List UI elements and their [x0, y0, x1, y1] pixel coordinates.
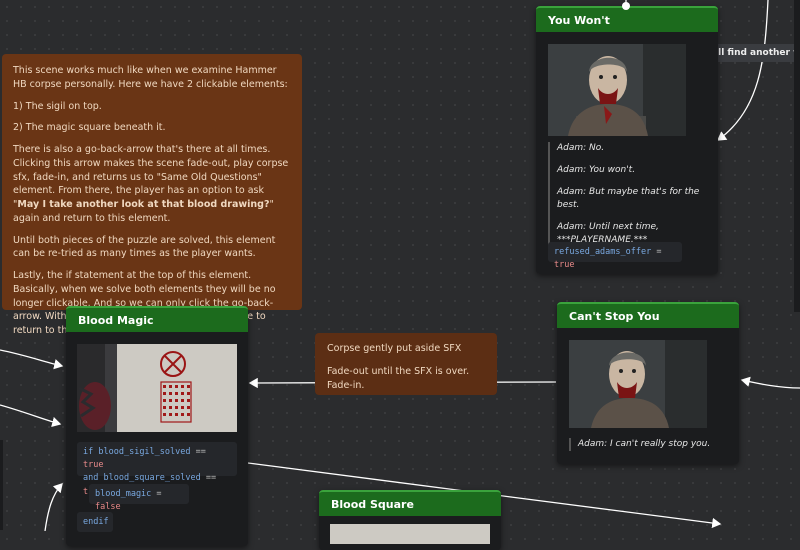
code-value: true	[554, 260, 575, 271]
adam-portrait-image	[548, 44, 686, 136]
comment-note-main[interactable]: This scene works much like when we exami…	[2, 54, 302, 336]
dialogue-line: Adam: I can't really stop you.	[578, 439, 711, 449]
code-operator: ==	[195, 447, 206, 457]
offscreen-node-edge	[0, 440, 3, 530]
blood-sigil-scene-image	[77, 344, 237, 432]
endif-block[interactable]: endif	[77, 512, 113, 532]
code-operator: ==	[205, 473, 217, 484]
wire-tooltip-return	[716, 0, 769, 141]
code-operator: =	[656, 247, 662, 257]
code-line: if blood_sigil_solved == true	[83, 446, 231, 472]
code-value: true	[83, 460, 104, 471]
note-line: Corpse gently put aside SFX	[327, 343, 462, 354]
note-paragraph: 1) The sigil on top.	[13, 100, 102, 112]
node-you-wont[interactable]: You Won't Adam: No. Adam: You won't. Ada…	[536, 2, 718, 274]
dialogue-block: Adam: No. Adam: You won't. Adam: But may…	[548, 142, 707, 257]
code-operator: =	[156, 489, 162, 499]
node-title: Blood Square	[319, 490, 501, 516]
node-title: Can't Stop You	[557, 302, 739, 328]
note-paragraph: There is also a go-back-arrow that's the…	[13, 144, 289, 224]
code-variable: refused_adams_offer	[554, 247, 652, 257]
node-blood-square[interactable]: Blood Square	[319, 490, 501, 550]
comment-note-sfx[interactable]: Corpse gently put aside SFX Fade-out unt…	[315, 333, 497, 395]
assignment-block[interactable]: blood_magic = false	[89, 484, 189, 512]
node-blood-magic[interactable]: Blood Magic if blood_sigil_solved == tru…	[66, 306, 248, 546]
note-paragraph: Until both pieces of the puzzle are solv…	[13, 234, 276, 260]
dialogue-line: Adam: But maybe that's for the best.	[557, 187, 700, 211]
dialogue-line: Adam: You won't.	[557, 165, 636, 176]
note-paragraph: 2) The magic square beneath it.	[13, 122, 166, 134]
wire-up-to-endif	[44, 483, 63, 531]
node-cant-stop-you[interactable]: Can't Stop You Adam: I can't really stop…	[557, 302, 739, 464]
if-condition-block[interactable]: if blood_sigil_solved == true and blood_…	[77, 442, 237, 497]
code-block[interactable]: refused_adams_offer = true	[548, 242, 682, 270]
offscreen-node-edge	[794, 0, 800, 312]
dialogue-block: Adam: I can't really stop you.	[569, 438, 728, 452]
code-keyword: if	[83, 447, 94, 457]
note-line: Fade-out until the SFX is over. Fade-in.	[327, 365, 470, 391]
choice-tooltip[interactable]: I'll find another way.	[706, 44, 800, 62]
node-title: Blood Magic	[66, 306, 248, 332]
code-variable: blood_magic	[95, 489, 152, 499]
code-keyword: and	[83, 473, 99, 484]
wire-left-in-1	[0, 349, 64, 370]
adam-portrait-image	[569, 340, 707, 428]
code-variable: blood_square_solved	[103, 473, 201, 484]
wire-right-in	[740, 376, 800, 389]
code-keyword: endif	[83, 517, 109, 527]
code-value: false	[95, 502, 121, 513]
code-variable: blood_sigil_solved	[98, 447, 191, 457]
wire-left-in-2	[0, 404, 62, 428]
note-paragraph: This scene works much like when we exami…	[13, 65, 288, 90]
input-pin[interactable]	[622, 2, 630, 10]
dialogue-line: Adam: Until next time,	[557, 222, 659, 233]
blood-square-image	[330, 524, 490, 544]
node-title: You Won't	[536, 6, 718, 32]
dialogue-line: Adam: No.	[557, 143, 605, 153]
